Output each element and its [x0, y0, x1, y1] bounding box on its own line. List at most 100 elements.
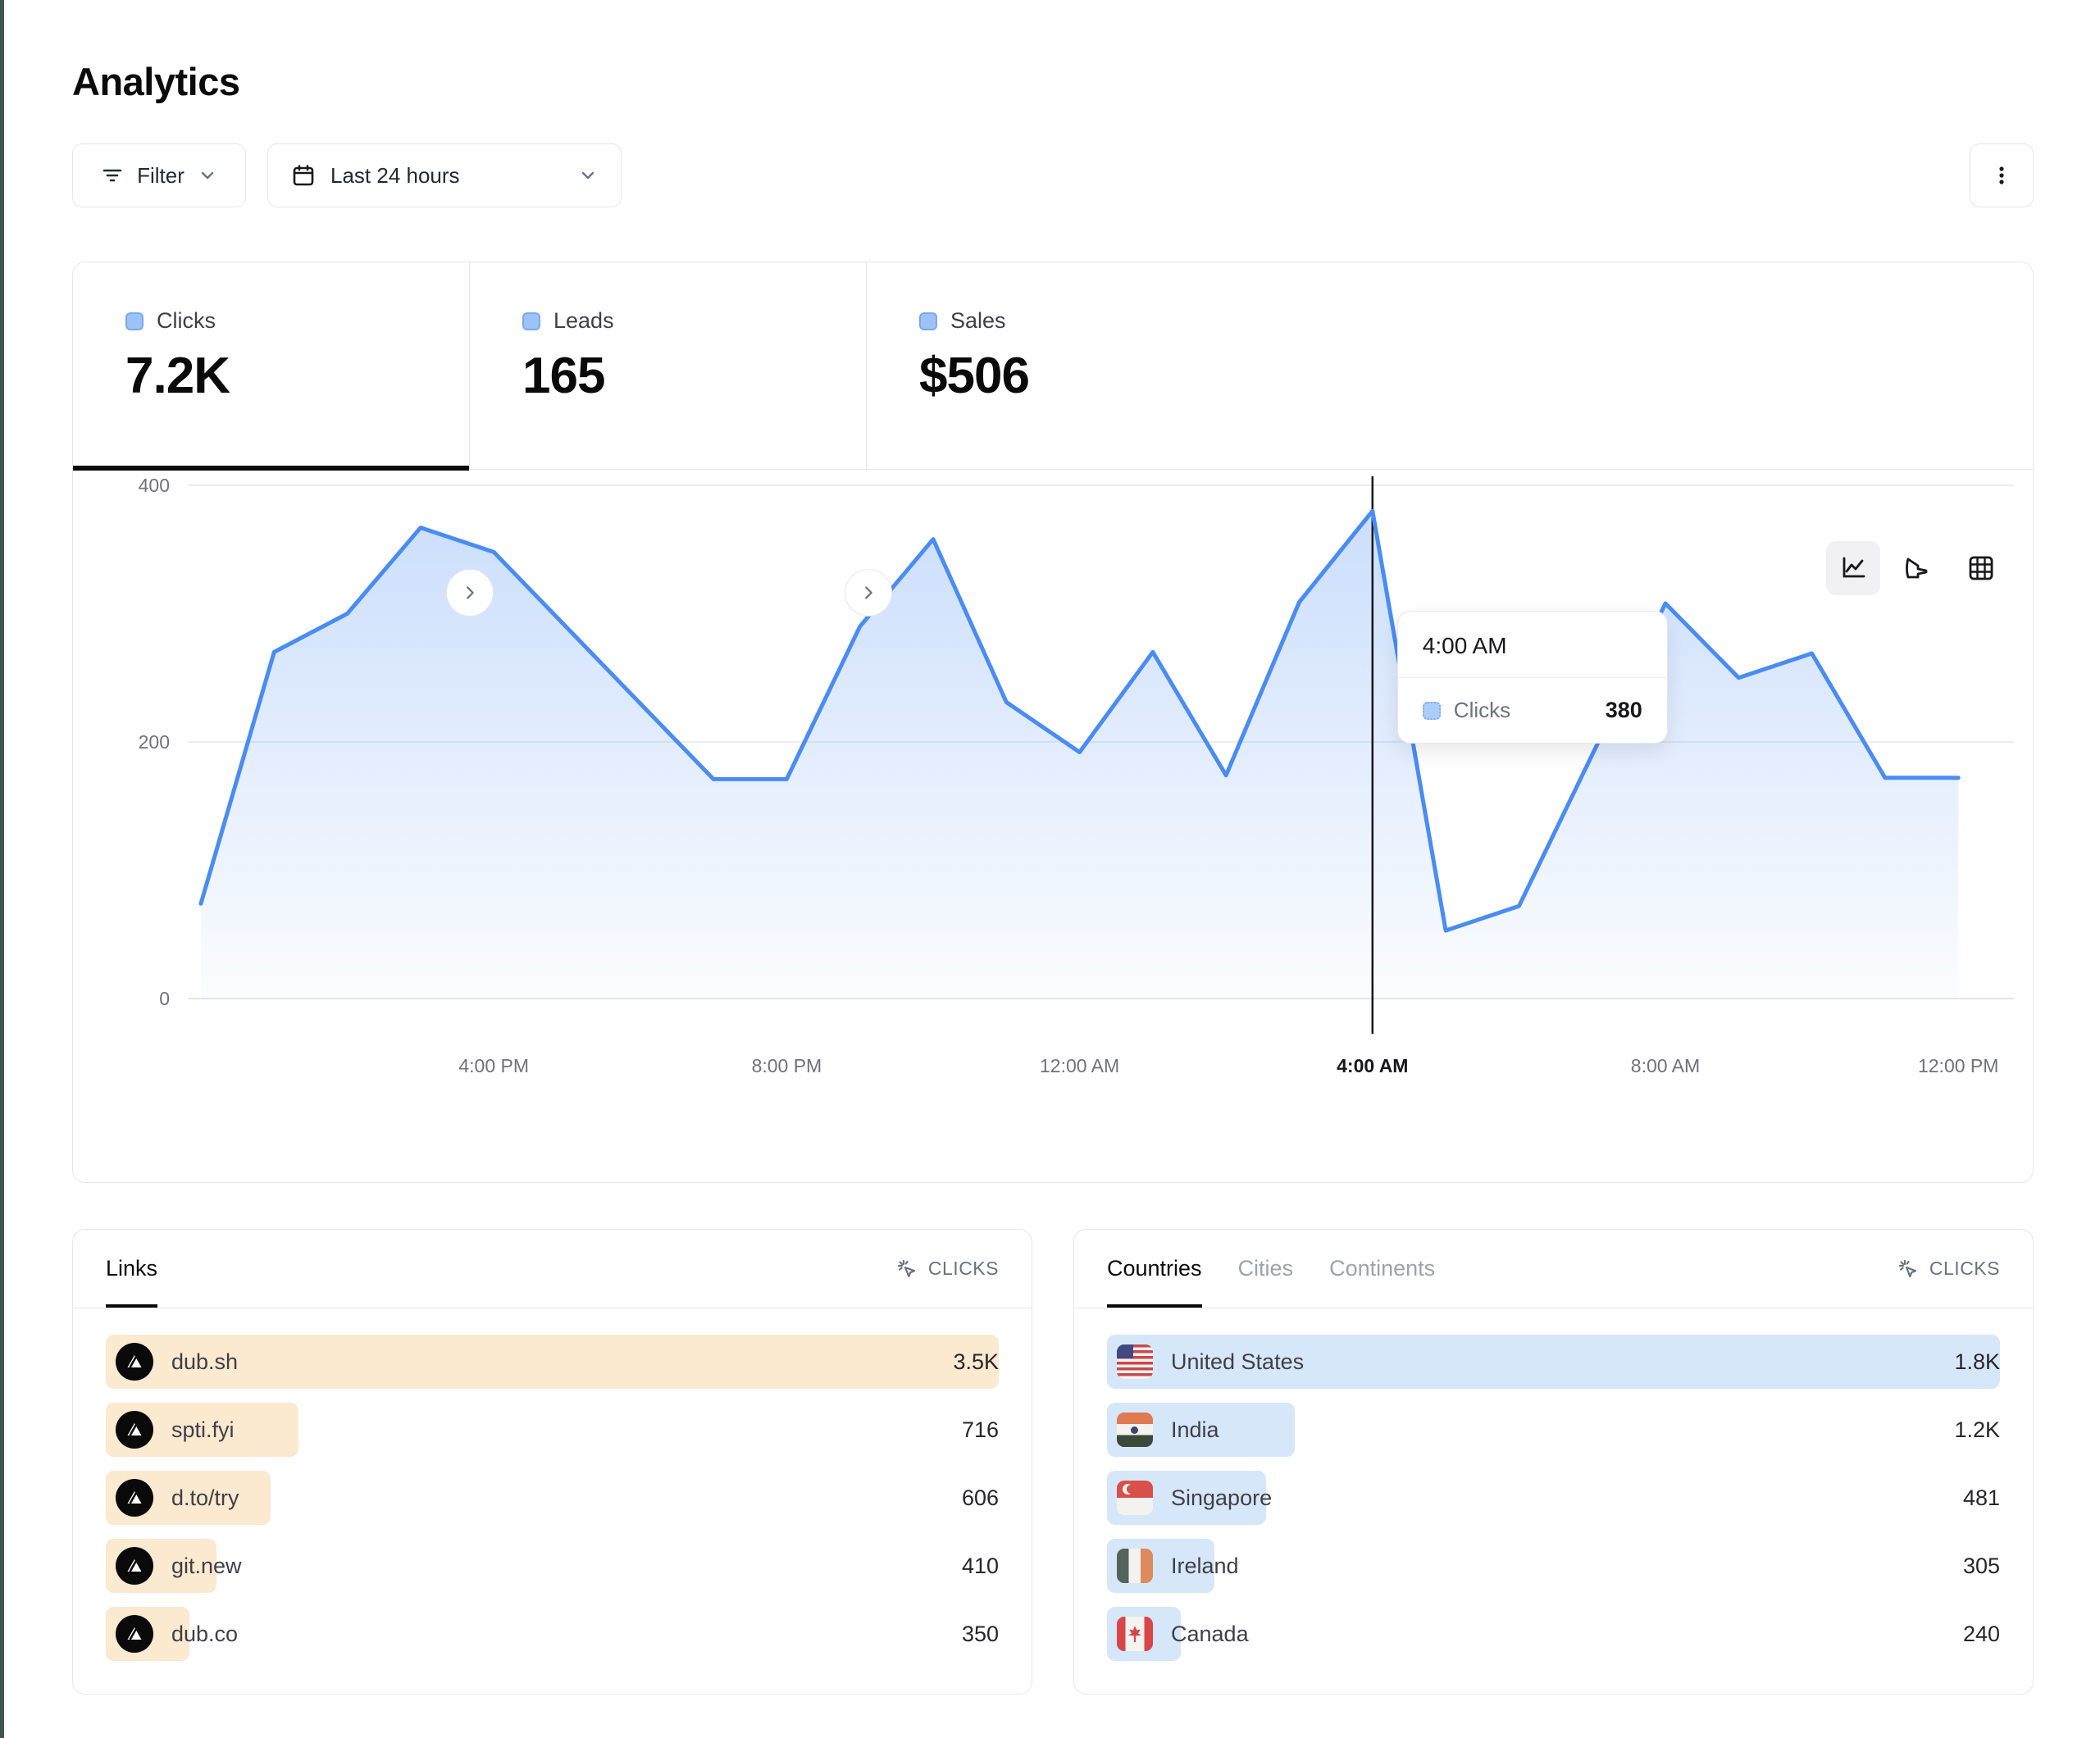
country-value: 1.8K: [1954, 1335, 2000, 1389]
tab-leads[interactable]: Leads 165: [470, 262, 867, 469]
country-row[interactable]: United States 1.8K: [1107, 1335, 2000, 1389]
dub-link-icon: [116, 1479, 153, 1517]
india-flag-icon: [1117, 1413, 1153, 1447]
tooltip-series-label: Clicks: [1454, 698, 1510, 723]
countries-panel: Countries Cities Continents CLICKS Uni: [1073, 1229, 2034, 1695]
countries-metric[interactable]: CLICKS: [1897, 1258, 2000, 1281]
link-row[interactable]: dub.sh 3.5K: [106, 1335, 999, 1389]
svg-text:12:00 AM: 12:00 AM: [1040, 1055, 1119, 1076]
links-panel: Links CLICKS dub.sh 3.5K: [72, 1229, 1032, 1695]
link-row[interactable]: d.to/try 606: [106, 1471, 999, 1525]
us-flag-icon: [1117, 1344, 1153, 1379]
tooltip-series-swatch: [1423, 702, 1441, 720]
dub-link-icon: [116, 1615, 153, 1653]
country-value: 305: [1963, 1539, 2000, 1593]
countries-list: United States 1.8K India 1.2K: [1074, 1308, 2033, 1661]
calendar-icon: [291, 163, 316, 188]
links-panel-header: Links CLICKS: [73, 1230, 1032, 1308]
ireland-flag-icon: [1117, 1549, 1153, 1583]
link-row[interactable]: spti.fyi 716: [106, 1403, 999, 1457]
svg-text:200: 200: [139, 731, 170, 753]
analytics-chart-card: Clicks 7.2K Leads 165 Sales $506: [72, 262, 2034, 1183]
tab-continents[interactable]: Continents: [1329, 1230, 1435, 1308]
clicks-legend-swatch: [125, 312, 143, 330]
tab-links[interactable]: Links: [106, 1230, 157, 1308]
chevron-down-icon: [578, 166, 598, 185]
chevron-down-icon: [198, 166, 217, 185]
stat-label: Sales: [950, 308, 1006, 334]
links-metric[interactable]: CLICKS: [895, 1258, 999, 1281]
link-label: d.to/try: [171, 1485, 239, 1511]
dub-link-icon: [116, 1547, 153, 1585]
link-label: spti.fyi: [171, 1417, 235, 1443]
link-value: 350: [962, 1607, 999, 1661]
country-value: 240: [1963, 1607, 2000, 1661]
kebab-menu-icon: [1991, 165, 2012, 186]
links-list: dub.sh 3.5K spti.fyi 716 d.t: [73, 1308, 1032, 1661]
chart-tooltip: 4:00 AM Clicks 380: [1397, 611, 1668, 744]
link-label: dub.co: [171, 1622, 238, 1647]
svg-text:0: 0: [159, 988, 170, 1009]
country-row[interactable]: Canada 240: [1107, 1607, 2000, 1661]
toolbar: Filter Last 24 hours: [72, 143, 2034, 207]
clicks-area-chart[interactable]: 02004004:00 PM8:00 PM12:00 AM4:00 AM8:00…: [73, 470, 2033, 1181]
more-options-button[interactable]: [1970, 143, 2034, 207]
canada-flag-icon: [1117, 1617, 1153, 1651]
filter-icon: [101, 164, 124, 187]
country-label: Canada: [1171, 1622, 1249, 1647]
sales-legend-swatch: [919, 312, 937, 330]
tab-countries[interactable]: Countries: [1107, 1230, 1202, 1308]
svg-text:12:00 PM: 12:00 PM: [1918, 1055, 1998, 1076]
country-label: United States: [1171, 1349, 1304, 1375]
date-range-label: Last 24 hours: [330, 163, 460, 189]
country-label: Ireland: [1171, 1554, 1239, 1579]
link-value: 410: [962, 1539, 999, 1593]
links-metric-label: CLICKS: [928, 1258, 999, 1280]
singapore-flag-icon: [1117, 1481, 1153, 1515]
link-value: 716: [962, 1403, 999, 1457]
filter-button-label: Filter: [137, 163, 184, 189]
date-range-button[interactable]: Last 24 hours: [267, 143, 622, 207]
svg-text:4:00 AM: 4:00 AM: [1337, 1055, 1408, 1076]
dub-link-icon: [116, 1411, 153, 1449]
leads-legend-swatch: [522, 312, 540, 330]
sales-value: $506: [919, 347, 1264, 405]
link-value: 3.5K: [953, 1335, 999, 1389]
stats-tabs: Clicks 7.2K Leads 165 Sales $506: [73, 262, 2033, 470]
cursor-click-icon: [1897, 1258, 1920, 1281]
country-label: India: [1171, 1417, 1219, 1443]
svg-text:4:00 PM: 4:00 PM: [458, 1055, 529, 1076]
country-row[interactable]: Ireland 305: [1107, 1539, 2000, 1593]
tab-cities[interactable]: Cities: [1238, 1230, 1294, 1308]
countries-metric-label: CLICKS: [1929, 1258, 2000, 1280]
next-stat-button[interactable]: [845, 569, 892, 616]
country-value: 1.2K: [1954, 1403, 2000, 1457]
svg-text:400: 400: [139, 475, 170, 496]
tooltip-series-value: 380: [1606, 698, 1642, 723]
countries-panel-header: Countries Cities Continents CLICKS: [1074, 1230, 2033, 1308]
country-row[interactable]: Singapore 481: [1107, 1471, 2000, 1525]
country-value: 481: [1963, 1471, 2000, 1525]
link-value: 606: [962, 1471, 999, 1525]
dub-link-icon: [116, 1343, 153, 1381]
link-label: git.new: [171, 1554, 242, 1579]
country-label: Singapore: [1171, 1485, 1272, 1511]
stat-label: Leads: [553, 308, 614, 334]
clicks-value: 7.2K: [125, 347, 469, 405]
window-edge-strip: [0, 0, 4, 1738]
link-label: dub.sh: [171, 1349, 238, 1375]
link-row[interactable]: dub.co 350: [106, 1607, 999, 1661]
country-row[interactable]: India 1.2K: [1107, 1403, 2000, 1457]
link-row[interactable]: git.new 410: [106, 1539, 999, 1593]
tab-sales[interactable]: Sales $506: [867, 262, 1264, 469]
stat-label: Clicks: [157, 308, 216, 334]
page-title: Analytics: [72, 0, 2034, 104]
analytics-page: Analytics Filter Last 24 hours: [72, 0, 2034, 1695]
tab-clicks[interactable]: Clicks 7.2K: [73, 262, 470, 469]
cursor-click-icon: [895, 1258, 918, 1281]
svg-text:8:00 PM: 8:00 PM: [752, 1055, 822, 1076]
leads-value: 165: [522, 347, 866, 405]
next-stat-button[interactable]: [446, 569, 494, 616]
filter-button[interactable]: Filter: [72, 143, 246, 207]
tooltip-time: 4:00 AM: [1398, 612, 1667, 678]
